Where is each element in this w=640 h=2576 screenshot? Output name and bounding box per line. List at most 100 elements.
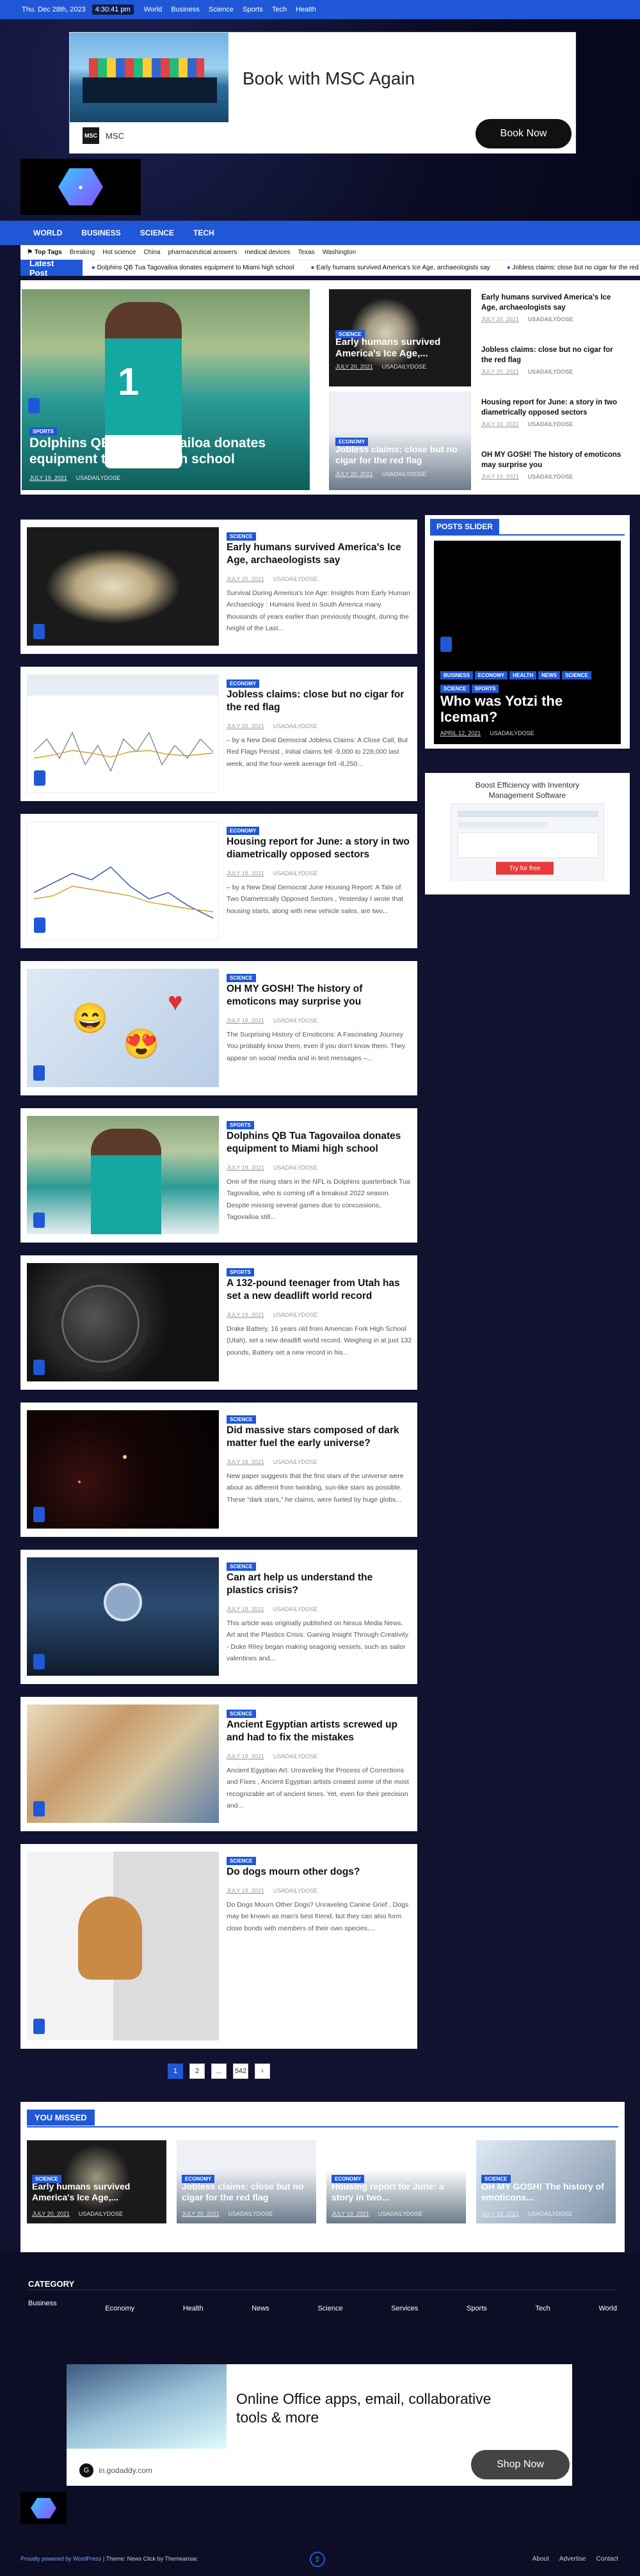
post-thumbnail[interactable]	[27, 822, 219, 940]
post-thumbnail[interactable]	[27, 1263, 219, 1381]
nav-science[interactable]: SCIENCE	[140, 228, 174, 237]
post-thumbnail[interactable]	[27, 1852, 219, 2040]
post-date[interactable]: JULY 20, 2021	[227, 723, 264, 729]
footer-link-business[interactable]: Business	[28, 2300, 57, 2312]
post-author[interactable]: USADAILYDOSE	[273, 576, 317, 582]
top-advertisement[interactable]: MSC MSC Book with MSC Again Book Now	[69, 32, 576, 154]
category-badge[interactable]: SCIENCE	[227, 1562, 256, 1571]
post-thumbnail[interactable]	[27, 1410, 219, 1529]
post-date[interactable]: JULY 19, 2021	[227, 1312, 264, 1318]
category-badge[interactable]: ECONOMY	[227, 680, 260, 688]
post-date[interactable]: JULY 19, 2021	[227, 1753, 264, 1760]
footer-link-sports[interactable]: Sports	[467, 2305, 487, 2312]
footer-link-advertise[interactable]: Advertise	[559, 2556, 586, 2563]
post-title[interactable]: Early humans survived America's Ice Age,…	[227, 541, 412, 567]
post-thumbnail[interactable]	[27, 1557, 219, 1676]
category-badge[interactable]: SCIENCE	[227, 532, 256, 541]
category-badge[interactable]: SCIENCE	[227, 1415, 256, 1424]
category-badge[interactable]: SCIENCE	[227, 1857, 256, 1865]
category-badge[interactable]: ECONOMY	[227, 827, 260, 835]
hero-main-image[interactable]: 1 SPORTS Dolphins QB Tua Tagovailoa dona…	[22, 289, 310, 490]
post-title[interactable]: Jobless claims: close but no cigar for t…	[227, 688, 412, 714]
footer-advertisement[interactable]: Online Office apps, email, collaborative…	[67, 2364, 572, 2486]
tag-item[interactable]: Washington	[323, 249, 356, 256]
post-author[interactable]: USADAILYDOSE	[273, 1165, 317, 1171]
hero-mid-bottom-image[interactable]: ECONOMY Jobless claims: close but no cig…	[329, 392, 471, 490]
category-badge[interactable]: SPORTS	[227, 1121, 254, 1129]
hero-side-item-2[interactable]: Jobless claims: close but no cigar for t…	[481, 346, 625, 376]
post-author[interactable]: USADAILYDOSE	[273, 1888, 317, 1894]
footer-link-contact[interactable]: Contact	[596, 2556, 618, 2563]
post-title[interactable]: Dolphins QB Tua Tagovailoa donates equip…	[227, 1130, 412, 1156]
missed-card[interactable]: SCIENCE Early humans survived America's …	[27, 2140, 166, 2223]
post-author[interactable]: USADAILYDOSE	[273, 1606, 317, 1612]
missed-card[interactable]: ECONOMY Housing report for June: a story…	[326, 2140, 466, 2223]
try-for-free-button[interactable]: Try for free	[496, 862, 554, 875]
page-last[interactable]: 542	[233, 2063, 248, 2079]
post-thumbnail[interactable]	[27, 527, 219, 646]
shop-now-button[interactable]: Shop Now	[471, 2450, 570, 2479]
ticker-item[interactable]: Dolphins QB Tua Tagovailoa donates equip…	[92, 264, 294, 271]
footer-link-tech[interactable]: Tech	[536, 2305, 550, 2312]
scroll-to-top-icon[interactable]: ⇧	[310, 2552, 325, 2567]
post-title[interactable]: Can art help us understand the plastics …	[227, 1571, 412, 1597]
book-now-button[interactable]: Book Now	[476, 119, 572, 148]
post-author[interactable]: USADAILYDOSE	[273, 1017, 317, 1024]
footer-link-news[interactable]: News	[252, 2305, 269, 2312]
category-badge[interactable]: SPORTS	[227, 1268, 254, 1276]
category-badge[interactable]: SCIENCE	[227, 1710, 256, 1718]
nav-tech[interactable]: TECH	[193, 228, 214, 237]
top-link-world[interactable]: World	[144, 6, 163, 13]
post-thumbnail[interactable]: 😄 😍 ♥	[27, 969, 219, 1087]
post-author[interactable]: USADAILYDOSE	[273, 870, 317, 877]
post-date[interactable]: JULY 19, 2021	[227, 1606, 264, 1612]
post-author[interactable]: USADAILYDOSE	[273, 1753, 317, 1760]
ticker-item[interactable]: Early humans survived America's Ice Age,…	[310, 264, 490, 271]
tag-item[interactable]: pharmaceutical answers	[168, 249, 237, 256]
hero-side-item-3[interactable]: Housing report for June: a story in two …	[481, 398, 625, 428]
page-1[interactable]: 1	[168, 2063, 183, 2079]
hero-side-item-4[interactable]: OH MY GOSH! The history of emoticons may…	[481, 450, 625, 481]
site-logo[interactable]: ◆	[20, 159, 141, 215]
post-author[interactable]: USADAILYDOSE	[273, 1459, 317, 1465]
slider-prev-icon[interactable]	[28, 398, 40, 413]
tag-item[interactable]: Breaking	[70, 249, 95, 256]
missed-card[interactable]: SCIENCE OH MY GOSH! The history of emoti…	[476, 2140, 616, 2223]
post-title[interactable]: Ancient Egyptian artists screwed up and …	[227, 1719, 412, 1744]
footer-link-health[interactable]: Health	[183, 2305, 204, 2312]
missed-card[interactable]: ECONOMY Jobless claims: close but no cig…	[177, 2140, 316, 2223]
footer-link-about[interactable]: About	[532, 2556, 549, 2563]
tag-item[interactable]: Texas	[298, 249, 315, 256]
post-thumbnail[interactable]	[27, 1116, 219, 1234]
post-author[interactable]: USADAILYDOSE	[76, 475, 120, 481]
post-author[interactable]: USADAILYDOSE	[273, 1312, 317, 1318]
sidebar-advertisement[interactable]: Boost Efficiency with Inventory Manageme…	[425, 773, 630, 894]
hero-side-item-1[interactable]: Early humans survived America's Ice Age,…	[481, 293, 625, 323]
post-title[interactable]: Do dogs mourn other dogs?	[227, 1866, 412, 1879]
footer-logo[interactable]	[20, 2492, 67, 2524]
category-badge[interactable]: SCIENCE	[227, 974, 256, 982]
tag-item[interactable]: Hot science	[102, 249, 136, 256]
post-thumbnail[interactable]	[27, 1705, 219, 1823]
hero-mid-top-image[interactable]: SCIENCE Early humans survived America's …	[329, 289, 471, 386]
footer-link-world[interactable]: World	[598, 2305, 617, 2312]
top-link-sports[interactable]: Sports	[243, 6, 263, 13]
post-date[interactable]: JULY 19, 2021	[29, 475, 67, 481]
ticker-item[interactable]: Jobless claims: close but no cigar for t…	[507, 264, 640, 271]
nav-world[interactable]: WORLD	[33, 228, 62, 237]
post-date[interactable]: JULY 19, 2021	[227, 1459, 264, 1465]
slider-image[interactable]: BUSINESS ECONOMY HEALTH NEWS SCIENCE SCIENCE…	[434, 541, 621, 744]
footer-link-science[interactable]: Science	[317, 2305, 342, 2312]
wordpress-link[interactable]: Proudly powered by WordPress	[20, 2556, 101, 2562]
post-title[interactable]: Housing report for June: a story in two …	[227, 836, 412, 861]
top-link-health[interactable]: Health	[296, 6, 316, 13]
footer-link-services[interactable]: Services	[391, 2305, 418, 2312]
post-date[interactable]: JULY 19, 2021	[227, 870, 264, 877]
top-link-science[interactable]: Science	[209, 6, 234, 13]
nav-business[interactable]: BUSINESS	[81, 228, 120, 237]
post-date[interactable]: JULY 19, 2021	[227, 1165, 264, 1171]
post-date[interactable]: JULY 19, 2021	[227, 1017, 264, 1024]
slider-title[interactable]: Who was Yotzi the Iceman?	[440, 693, 613, 726]
post-title[interactable]: OH MY GOSH! The history of emoticons may…	[227, 983, 412, 1008]
post-title[interactable]: A 132-pound teenager from Utah has set a…	[227, 1277, 412, 1303]
